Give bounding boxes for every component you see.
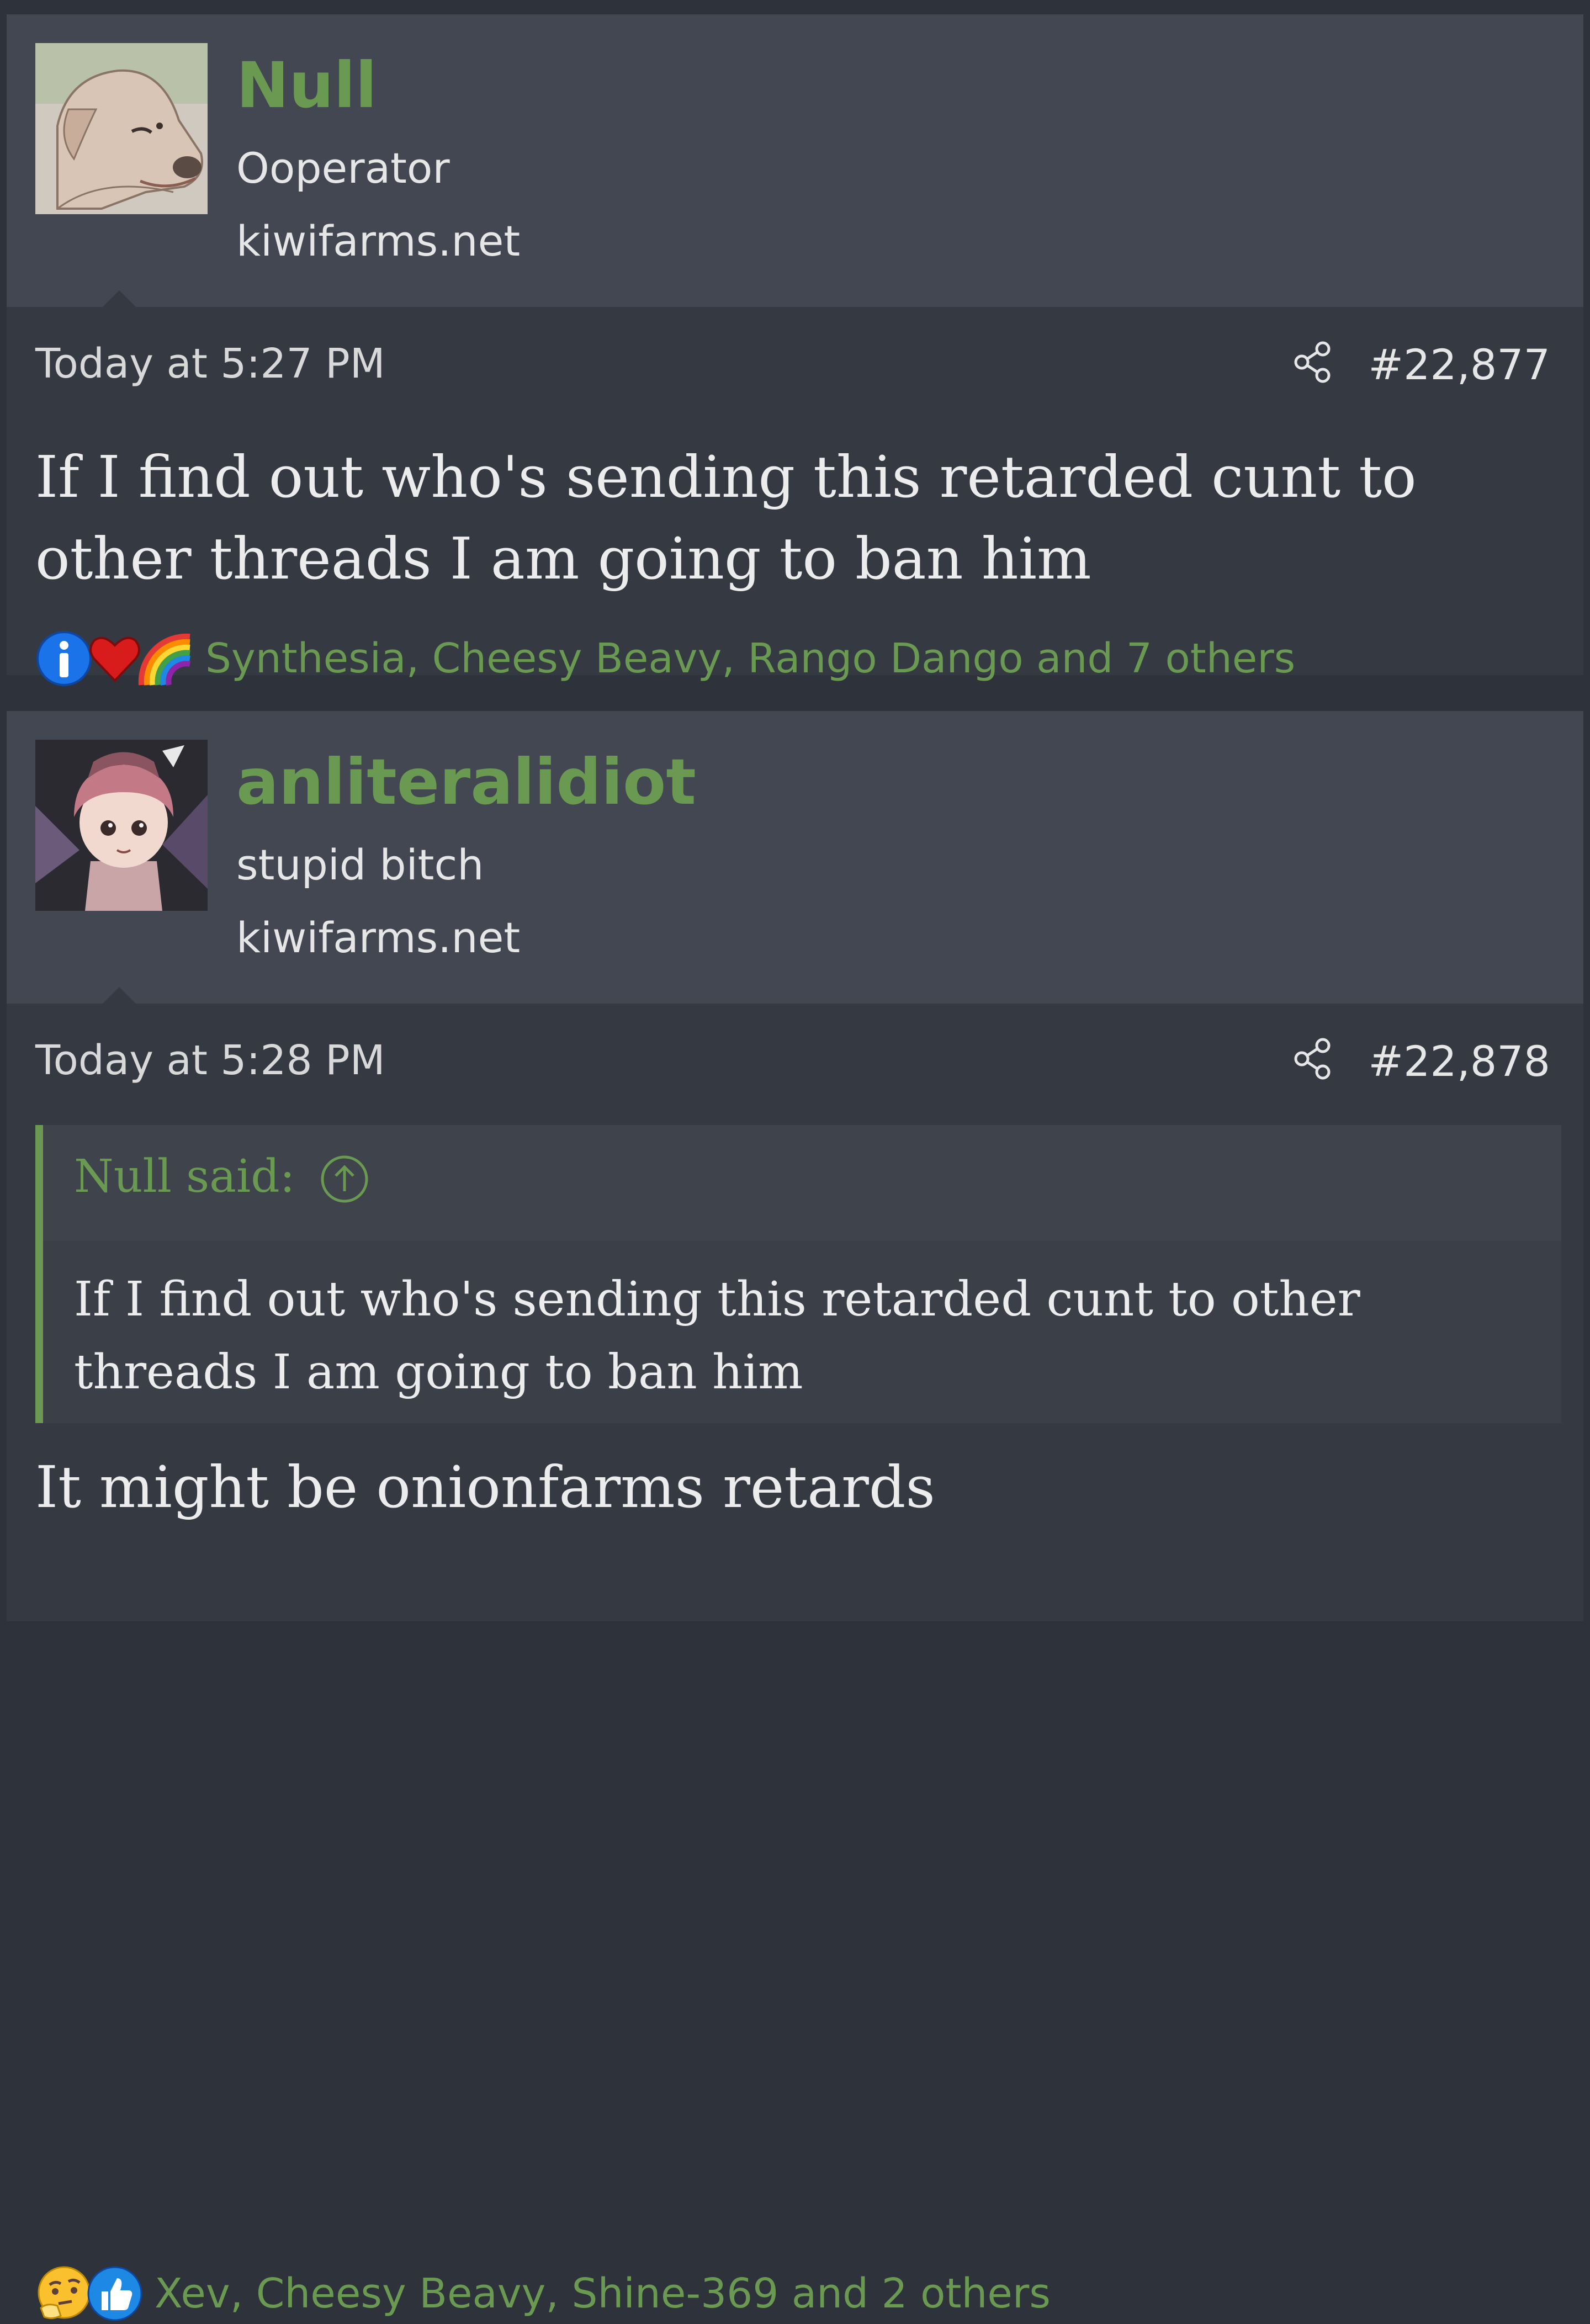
post-number[interactable]: #22,878 [1368,1037,1550,1086]
reaction-users[interactable]: Xev, Cheesy Beavy, Shine-369 and 2 other… [155,2270,1051,2317]
post-number[interactable]: #22,877 [1368,340,1550,389]
quote-text: If I find out who's sending this retarde… [74,1272,1360,1400]
post: Null Ooperator kiwifarms.net Today at 5:… [7,14,1583,686]
username[interactable]: anliteralidiot [236,747,696,817]
post: anliteralidiot stupid bitch kiwifarms.ne… [7,711,1583,2321]
quote-author[interactable]: Null said: [74,1150,295,1203]
quote-header: Null said: [43,1125,1561,1241]
informative-icon [36,631,92,686]
header-notch [102,290,137,308]
post-message: If I find out who's sending this retarde… [35,443,1417,592]
user-site: kiwifarms.net [236,216,521,266]
thinking-face-icon [38,2266,91,2320]
username[interactable]: Null [236,51,377,120]
heart-icon [89,636,140,682]
rainbow-icon [138,633,191,686]
reaction-users[interactable]: Synthesia, Cheesy Beavy, Rango Dango and… [205,635,1295,682]
user-header: anliteralidiot stupid bitch kiwifarms.ne… [7,711,1583,1005]
user-title: Ooperator [236,144,450,193]
quote-block: Null said: If I find out who's sending t… [35,1125,1561,1423]
reaction-icons[interactable] [35,630,191,687]
post-message: It might be onionfarms retards [35,1453,935,1521]
user-title: stupid bitch [236,840,484,889]
user-site: kiwifarms.net [236,913,521,962]
share-icon[interactable] [1291,1036,1337,1082]
post-timestamp[interactable]: Today at 5:28 PM [35,1037,385,1084]
header-notch [102,987,137,1005]
avatar[interactable] [35,740,208,911]
reactions-bar[interactable]: Synthesia, Cheesy Beavy, Rango Dango and… [35,628,1295,689]
share-icon[interactable] [1291,339,1337,385]
arrow-up-circle-icon[interactable] [319,1154,370,1205]
post-timestamp[interactable]: Today at 5:27 PM [35,340,385,388]
anime-girl-avatar-icon [35,740,208,911]
reactions-bar[interactable]: Xev, Cheesy Beavy, Shine-369 and 2 other… [35,2263,1051,2324]
thumbs-up-icon [87,2266,142,2321]
dog-avatar-icon [35,43,208,214]
reaction-icons[interactable] [35,2265,142,2322]
user-header: Null Ooperator kiwifarms.net [7,14,1583,308]
avatar[interactable] [35,43,208,214]
